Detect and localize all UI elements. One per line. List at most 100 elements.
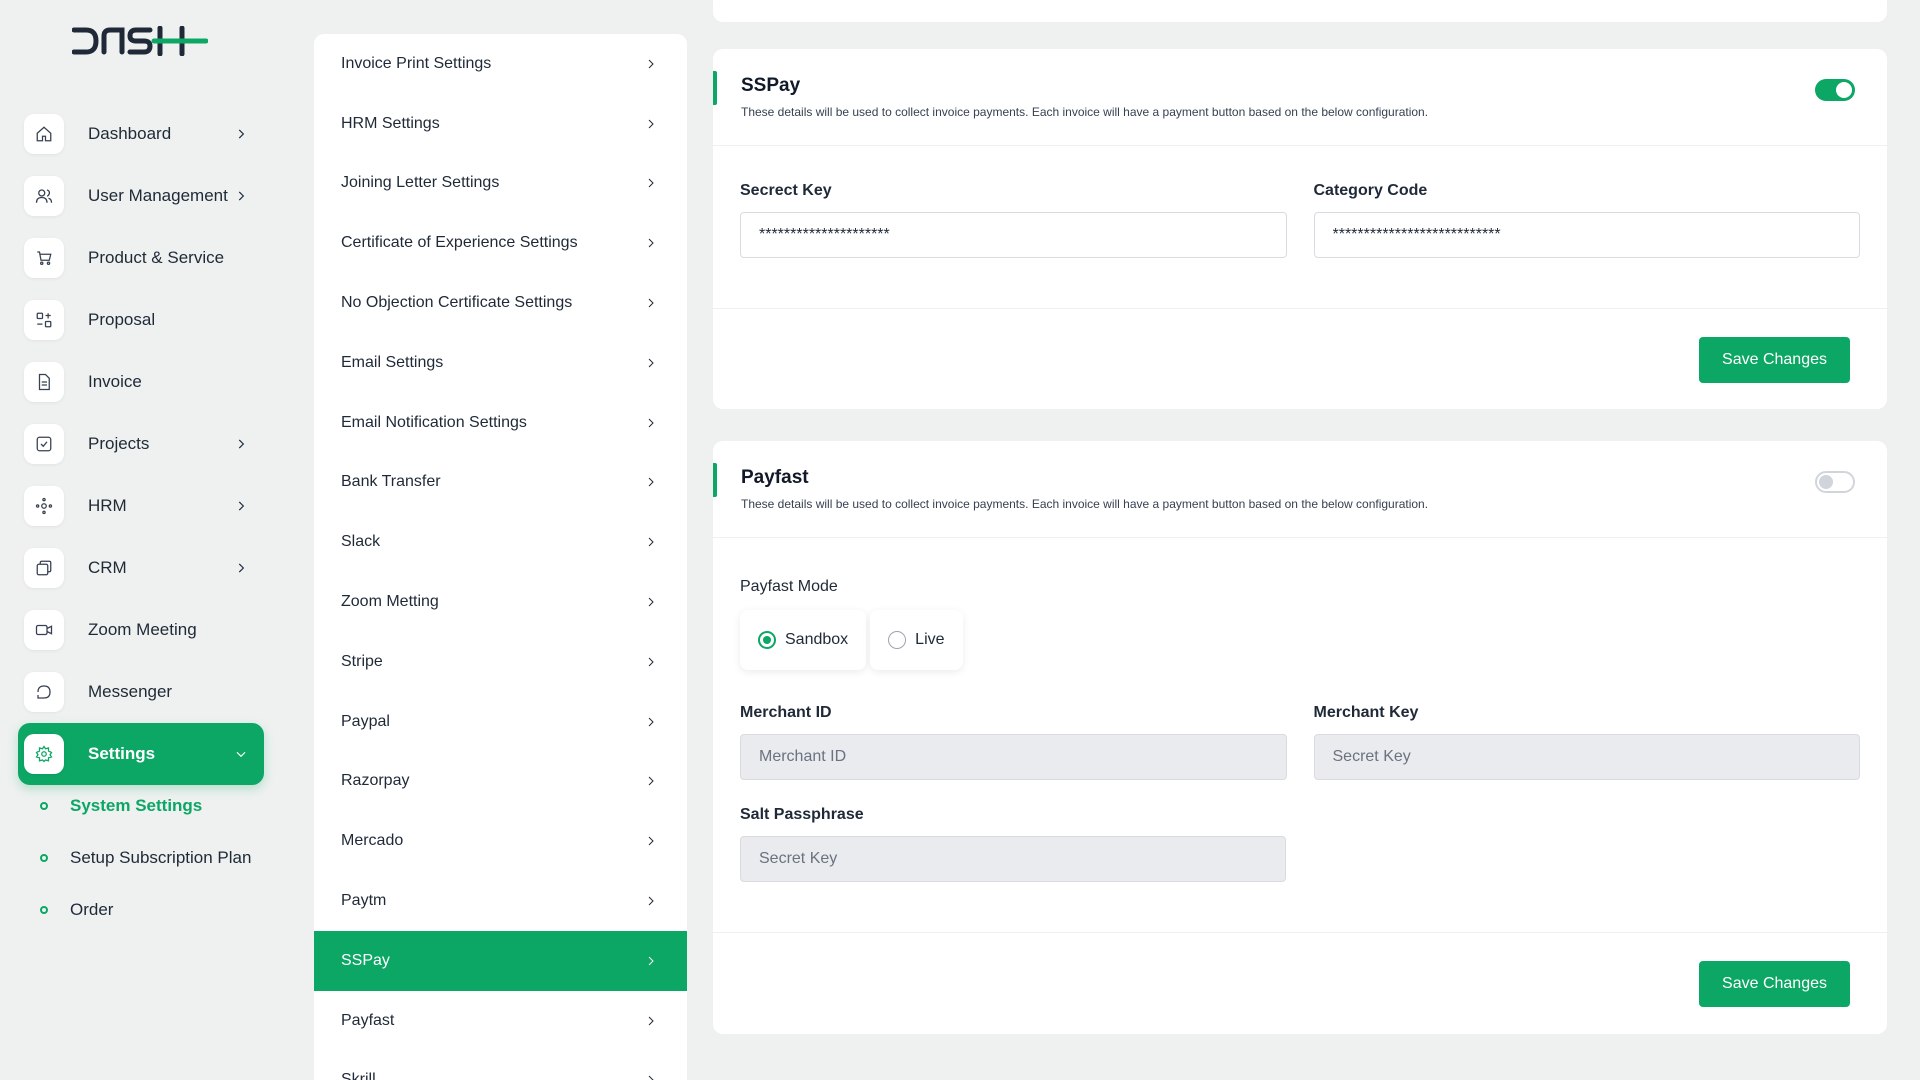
- chevron-right-icon: [234, 437, 248, 451]
- settings-menu-item-no-objection-certificate-settings[interactable]: No Objection Certificate Settings: [314, 273, 687, 333]
- payfast-card-header: Payfast These details will be used to co…: [713, 441, 1887, 538]
- radio-label: Live: [915, 631, 945, 648]
- merchant-id-field-group: Merchant ID: [740, 704, 1287, 780]
- chevron-right-icon: [645, 955, 657, 967]
- radio-unchecked-icon: [888, 631, 907, 649]
- sidebar-item-label: Messenger: [88, 682, 173, 701]
- chevron-right-icon: [234, 499, 248, 513]
- sidebar-item-crm[interactable]: CRM: [18, 537, 264, 599]
- chevron-right-icon: [645, 835, 657, 847]
- sidebar-item-invoice[interactable]: Invoice: [18, 351, 264, 413]
- sidebar-item-label: Dashboard: [88, 124, 172, 143]
- settings-menu-item-paypal[interactable]: Paypal: [314, 692, 687, 752]
- chevron-right-icon: [234, 127, 248, 141]
- settings-menu-item-label: Payfast: [341, 1011, 395, 1029]
- save-button[interactable]: Save Changes: [1699, 337, 1850, 383]
- chevron-right-icon: [645, 775, 657, 787]
- toggle-knob: [1836, 82, 1852, 98]
- chevron-right-icon: [645, 476, 657, 488]
- salt-passphrase-input[interactable]: [740, 836, 1286, 882]
- category-code-input[interactable]: [1313, 212, 1860, 258]
- settings-menu-item-email-notification-settings[interactable]: Email Notification Settings: [314, 393, 687, 453]
- field-label: Merchant Key: [1313, 704, 1419, 721]
- merchant-id-input[interactable]: [740, 734, 1287, 780]
- settings-menu-item-mercado[interactable]: Mercado: [314, 811, 687, 871]
- settings-menu-item-joining-letter-settings[interactable]: Joining Letter Settings: [314, 154, 687, 214]
- settings-menu-item-paytm[interactable]: Paytm: [314, 871, 687, 931]
- sspay-card: SSPay These details will be used to coll…: [713, 49, 1887, 409]
- sidebar-item-settings[interactable]: Settings: [18, 723, 264, 785]
- settings-menu-item-label: No Objection Certificate Settings: [341, 294, 573, 312]
- chevron-right-icon: [645, 1074, 657, 1080]
- settings-menu-item-bank-transfer[interactable]: Bank Transfer: [314, 453, 687, 513]
- sidebar-item-product-service[interactable]: Product & Service: [18, 227, 264, 289]
- crm-icon: [24, 548, 64, 588]
- invoice-icon: [24, 362, 64, 402]
- secret-key-field-group: Secrect Key: [740, 182, 1287, 258]
- sidebar-subitem-order[interactable]: Order: [40, 884, 251, 936]
- mode-live-option[interactable]: Live: [870, 610, 963, 670]
- payfast-enable-toggle[interactable]: [1815, 471, 1855, 493]
- sidebar-subitem-label: Order: [70, 900, 114, 919]
- field-label: Category Code: [1313, 182, 1428, 199]
- settings-menu-item-label: Slack: [341, 533, 381, 551]
- bullet-icon: [40, 854, 48, 862]
- card-description: These details will be used to collect in…: [741, 497, 1429, 511]
- settings-menu-item-payfast[interactable]: Payfast: [314, 991, 687, 1051]
- save-button[interactable]: Save Changes: [1699, 961, 1850, 1007]
- settings-menu-item-sspay[interactable]: SSPay: [314, 930, 687, 991]
- sidebar-subitem-system-settings[interactable]: System Settings: [40, 780, 251, 832]
- brand-logo[interactable]: [72, 26, 208, 56]
- card-title: SSPay: [741, 75, 801, 96]
- sidebar: Dashboard User Management Product & Serv…: [0, 0, 290, 1080]
- secret-key-input[interactable]: [740, 212, 1287, 258]
- sidebar-subitem-subscription-plan[interactable]: Setup Subscription Plan: [40, 832, 251, 884]
- settings-menu-item-email-settings[interactable]: Email Settings: [314, 333, 687, 393]
- settings-menu-item-label: Paytm: [341, 892, 387, 910]
- merchant-key-field-group: Merchant Key: [1313, 704, 1860, 780]
- settings-menu-item-hrm-settings[interactable]: HRM Settings: [314, 94, 687, 154]
- chevron-right-icon: [234, 189, 248, 203]
- proposal-icon: [24, 300, 64, 340]
- chevron-right-icon: [645, 177, 657, 189]
- settings-menu-item-label: Razorpay: [341, 772, 410, 790]
- sidebar-item-label: Invoice: [88, 372, 142, 391]
- sspay-enable-toggle[interactable]: [1815, 79, 1855, 101]
- sidebar-item-projects[interactable]: Projects: [18, 413, 264, 475]
- chevron-right-icon: [645, 58, 657, 70]
- settings-menu-item-label: Certificate of Experience Settings: [341, 234, 578, 252]
- chat-icon: [24, 672, 64, 712]
- payfast-card-body: Payfast Mode Sandbox Live Merchant ID Me…: [713, 538, 1887, 932]
- sidebar-item-label: Projects: [88, 434, 150, 453]
- bullet-icon: [40, 802, 48, 810]
- sidebar-subitem-label: Setup Subscription Plan: [70, 848, 252, 867]
- sidebar-item-hrm[interactable]: HRM: [18, 475, 264, 537]
- settings-menu-item-zoom-metting[interactable]: Zoom Metting: [314, 572, 687, 632]
- settings-menu-item-slack[interactable]: Slack: [314, 512, 687, 572]
- video-icon: [24, 610, 64, 650]
- mode-sandbox-option[interactable]: Sandbox: [740, 610, 867, 670]
- settings-menu-item-label: Email Notification Settings: [341, 413, 527, 431]
- settings-menu-item-label: Paypal: [341, 712, 390, 730]
- settings-menu-item-razorpay[interactable]: Razorpay: [314, 752, 687, 812]
- chevron-right-icon: [645, 417, 657, 429]
- card-description: These details will be used to collect in…: [741, 105, 1429, 119]
- settings-menu-item-certificate-of-experience-settings[interactable]: Certificate of Experience Settings: [314, 213, 687, 273]
- sidebar-item-zoom-meeting[interactable]: Zoom Meeting: [18, 599, 264, 661]
- sidebar-item-proposal[interactable]: Proposal: [18, 289, 264, 351]
- settings-menu-item-label: Invoice Print Settings: [341, 54, 492, 72]
- settings-menu-item-label: Skrill: [341, 1071, 376, 1080]
- gear-icon: [24, 734, 64, 774]
- settings-menu-item-skrill[interactable]: Skrill: [314, 1051, 687, 1080]
- sidebar-item-messenger[interactable]: Messenger: [18, 661, 264, 723]
- sidebar-item-dashboard[interactable]: Dashboard: [18, 103, 264, 165]
- sidebar-item-user-management[interactable]: User Management: [18, 165, 264, 227]
- radio-checked-icon: [758, 631, 776, 649]
- merchant-key-input[interactable]: [1313, 734, 1860, 780]
- chevron-right-icon: [645, 1015, 657, 1027]
- settings-menu-item-stripe[interactable]: Stripe: [314, 632, 687, 692]
- chevron-right-icon: [645, 297, 657, 309]
- chevron-right-icon: [645, 895, 657, 907]
- settings-menu-item-invoice-print-settings[interactable]: Invoice Print Settings: [314, 34, 687, 94]
- settings-menu-item-label: Stripe: [341, 652, 383, 670]
